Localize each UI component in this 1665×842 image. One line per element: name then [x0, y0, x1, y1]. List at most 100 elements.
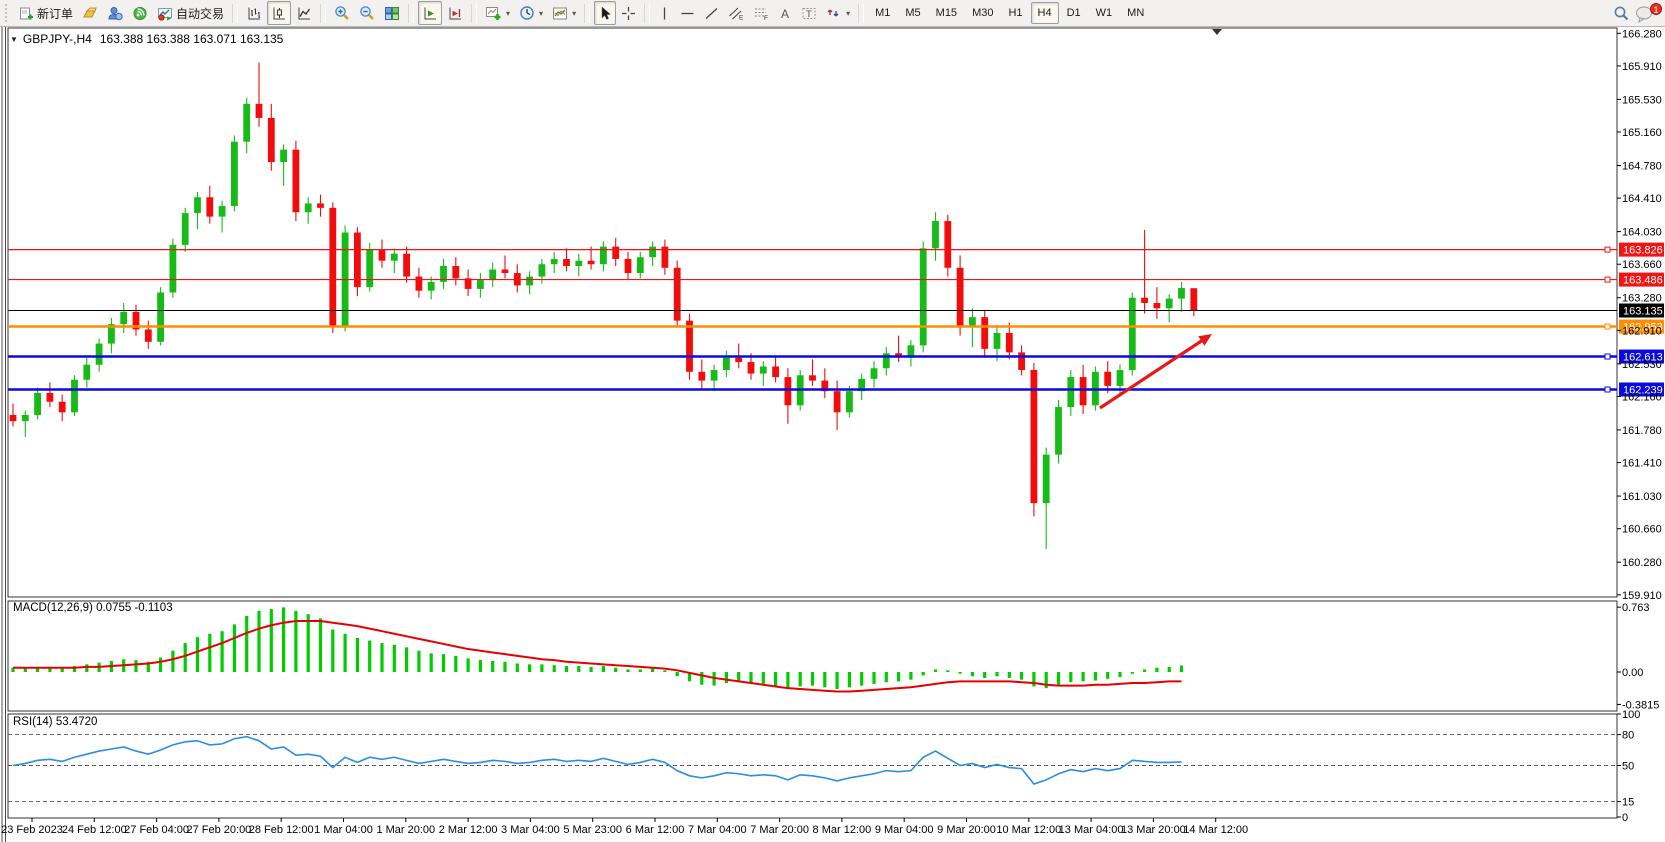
chart-shift-button[interactable]	[443, 1, 467, 25]
line-handle[interactable]	[1605, 387, 1610, 392]
channel-button[interactable]: E	[724, 1, 748, 25]
price-tick-label: 164.410	[1622, 193, 1662, 205]
candlestick-chart-button[interactable]	[267, 1, 291, 25]
line-handle[interactable]	[1605, 354, 1610, 359]
zoom-out-icon	[359, 5, 375, 21]
candle-body	[563, 259, 570, 266]
price-tick-label: 162.530	[1622, 359, 1662, 371]
candle-body	[243, 104, 250, 142]
price-tick-label: 161.780	[1622, 425, 1662, 437]
text-button[interactable]: A	[774, 1, 796, 25]
notifications-button[interactable]: 1	[1635, 2, 1661, 24]
candle-body	[625, 259, 632, 273]
vertical-line-button[interactable]	[654, 1, 675, 25]
bar-chart-button[interactable]	[242, 1, 266, 25]
candle-body	[748, 362, 755, 373]
time-tick-label: 13 Mar 04:00	[1059, 824, 1124, 836]
time-tick-label: 27 Feb 20:00	[186, 824, 251, 836]
signal-icon	[132, 6, 148, 21]
price-tick-label: 160.660	[1622, 524, 1662, 536]
tile-windows-button[interactable]	[380, 1, 404, 25]
candle-body	[293, 150, 300, 213]
periods-button[interactable]: ▾	[515, 1, 547, 25]
price-tick-label: 160.280	[1622, 557, 1662, 569]
price-tick-label: 161.410	[1622, 458, 1662, 470]
candle-body	[268, 118, 275, 162]
candle-body	[219, 206, 226, 217]
tf-button-m1[interactable]: M1	[868, 2, 897, 24]
search-button[interactable]	[1609, 1, 1634, 25]
tf-button-mn[interactable]: MN	[1120, 2, 1151, 24]
tf-button-h1[interactable]: H1	[1001, 2, 1029, 24]
candle-body	[280, 150, 287, 162]
indicators-button[interactable]: ▾	[481, 1, 514, 25]
tf-button-w1[interactable]: W1	[1089, 2, 1120, 24]
candle-body	[772, 366, 779, 377]
candle-body	[920, 248, 927, 345]
candle-body	[711, 370, 718, 381]
new-order-button[interactable]: 新订单	[15, 1, 77, 25]
cursor-icon	[598, 6, 612, 21]
candle-body	[686, 321, 693, 372]
vertical-line-icon	[658, 6, 671, 21]
zoom-out-button[interactable]	[355, 1, 379, 25]
horizontal-line-button[interactable]	[676, 1, 699, 25]
line-handle[interactable]	[1605, 247, 1610, 252]
candle-body	[452, 266, 459, 278]
candle-body	[96, 344, 103, 365]
zoom-in-button[interactable]	[330, 1, 354, 25]
arrow-shapes-button[interactable]: ▾	[822, 1, 854, 25]
candle-body	[698, 372, 705, 381]
time-tick-label: 9 Mar 20:00	[937, 824, 996, 836]
price-tick-label: 159.910	[1622, 590, 1662, 602]
tf-button-m30[interactable]: M30	[965, 2, 1000, 24]
text-label-button[interactable]: T	[797, 1, 821, 25]
time-tick-label: 24 Feb 12:00	[62, 824, 127, 836]
line-handle[interactable]	[1605, 324, 1610, 329]
toolbar-separator	[320, 4, 326, 23]
templates-icon	[552, 6, 568, 21]
tf-button-h4[interactable]: H4	[1031, 2, 1059, 24]
crosshair-button[interactable]	[617, 1, 640, 25]
new-order-label: 新订单	[37, 5, 73, 22]
symbol-period-label: GBPJPY-,H4	[23, 32, 92, 46]
bar-chart-icon	[246, 6, 262, 21]
rsi-tick-label: 15	[1622, 797, 1634, 809]
fibonacci-button[interactable]: F	[749, 1, 773, 25]
auto-scroll-button[interactable]	[418, 1, 442, 25]
autotrade-button[interactable]: 自动交易	[153, 1, 228, 25]
toolbar-separator	[584, 4, 590, 23]
gold-button[interactable]	[78, 1, 102, 25]
community-button[interactable]	[103, 1, 127, 25]
signal-button[interactable]	[128, 1, 152, 25]
candle-body	[317, 203, 324, 207]
time-tick-label: 10 Mar 12:00	[996, 824, 1061, 836]
line-handle[interactable]	[1605, 277, 1610, 282]
line-chart-button[interactable]	[292, 1, 316, 25]
chart-background	[0, 27, 1665, 842]
candle-body	[305, 203, 312, 212]
tf-button-d1[interactable]: D1	[1060, 2, 1088, 24]
candle-body	[366, 250, 373, 287]
zoom-in-icon	[334, 5, 350, 21]
price-line-label: 163.826	[1623, 245, 1663, 257]
trendline-button[interactable]	[700, 1, 723, 25]
chart-window[interactable]: 163.826163.486163.135162.953162.613162.2…	[0, 0, 1665, 842]
candle-body	[1043, 455, 1050, 503]
candle-body	[1141, 298, 1148, 303]
tf-button-m5[interactable]: M5	[898, 2, 927, 24]
macd-tick-label: 0.763	[1622, 602, 1650, 614]
candle-body	[871, 368, 878, 379]
chart-collapse-icon[interactable]: ▼	[10, 35, 18, 44]
toolbar-grip[interactable]	[5, 4, 11, 22]
periods-icon	[519, 5, 535, 21]
text-label-icon: T	[801, 6, 817, 21]
templates-button[interactable]: ▾	[548, 1, 580, 25]
time-tick-label: 27 Feb 04:00	[124, 824, 189, 836]
candle-body	[170, 245, 177, 293]
time-tick-label: 1 Mar 04:00	[314, 824, 373, 836]
price-tick-label: 166.280	[1622, 28, 1662, 40]
cursor-button[interactable]	[594, 1, 616, 25]
indicators-icon	[485, 5, 502, 21]
tf-button-m15[interactable]: M15	[929, 2, 964, 24]
